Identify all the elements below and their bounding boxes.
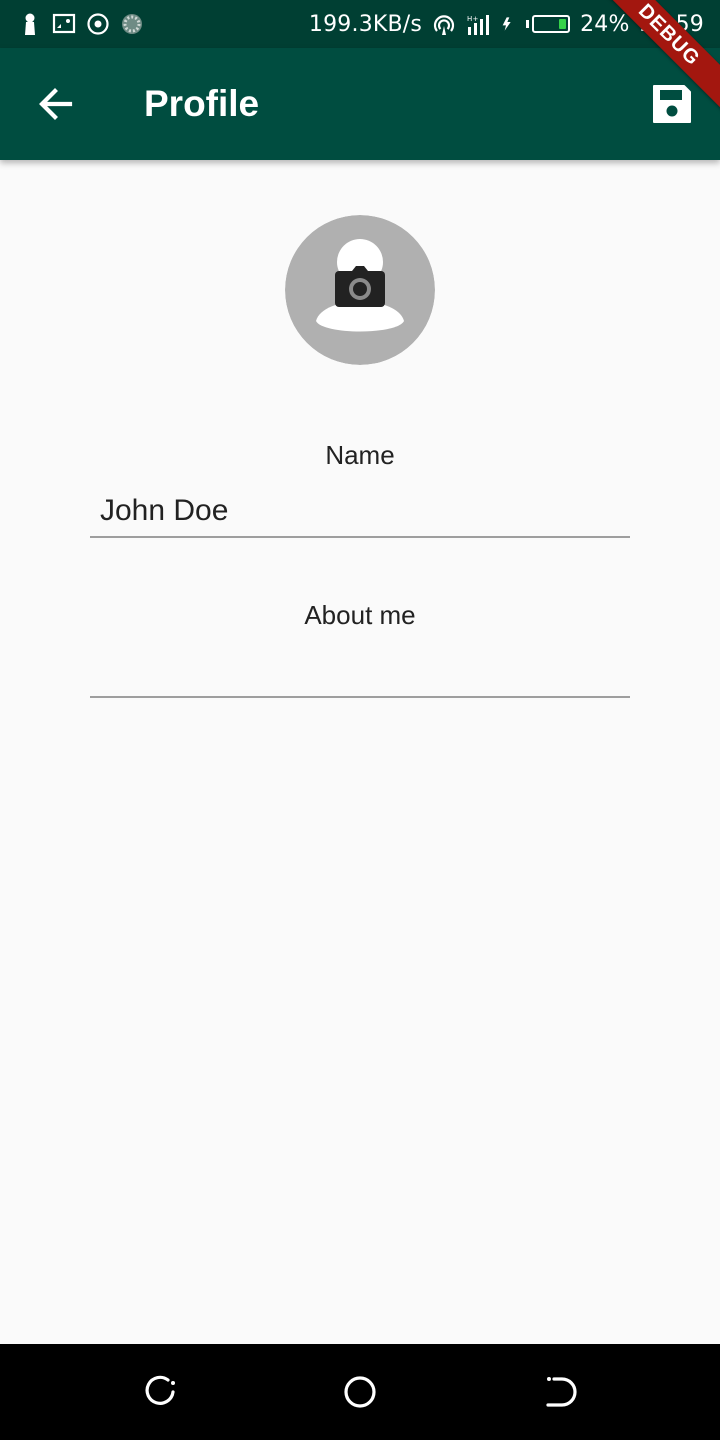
cast-icon xyxy=(52,13,76,34)
arrow-back-icon xyxy=(39,88,73,120)
person-icon xyxy=(25,13,35,35)
back-icon xyxy=(546,1377,577,1407)
status-bar: 199.3KB/s H+ 24% 23:59 xyxy=(0,0,720,48)
charging-icon xyxy=(502,17,511,31)
save-button[interactable] xyxy=(646,78,698,130)
loading-icon xyxy=(122,14,142,34)
recent-apps-icon xyxy=(145,1375,175,1405)
name-field[interactable] xyxy=(90,486,630,538)
avatar-picker[interactable] xyxy=(285,215,435,365)
battery-level-fill xyxy=(558,19,567,29)
about-field[interactable] xyxy=(90,646,630,698)
hotspot-icon xyxy=(434,15,455,35)
system-back-button[interactable] xyxy=(538,1370,582,1414)
status-right: 199.3KB/s H+ 24% 23:59 xyxy=(309,10,704,38)
name-label: Name xyxy=(325,440,395,470)
network-speed: 199.3KB/s xyxy=(308,11,423,37)
back-button[interactable] xyxy=(30,78,82,130)
home-button[interactable] xyxy=(338,1370,382,1414)
signal-icon: H+ xyxy=(467,15,490,35)
svg-text:H+: H+ xyxy=(467,15,479,23)
page-title: Profile xyxy=(144,83,260,124)
about-label: About me xyxy=(304,600,416,630)
clock: 23:59 xyxy=(639,11,704,37)
status-left-icons xyxy=(18,12,144,36)
battery-icon xyxy=(526,15,571,33)
floppy-disk-icon xyxy=(653,85,691,123)
battery-percent: 24% xyxy=(580,11,630,37)
system-nav-bar xyxy=(0,1344,720,1440)
recent-apps-button[interactable] xyxy=(138,1370,182,1414)
camera-icon xyxy=(335,266,385,307)
target-icon xyxy=(87,13,109,35)
app-bar: Profile xyxy=(0,48,720,160)
home-icon xyxy=(344,1376,376,1408)
